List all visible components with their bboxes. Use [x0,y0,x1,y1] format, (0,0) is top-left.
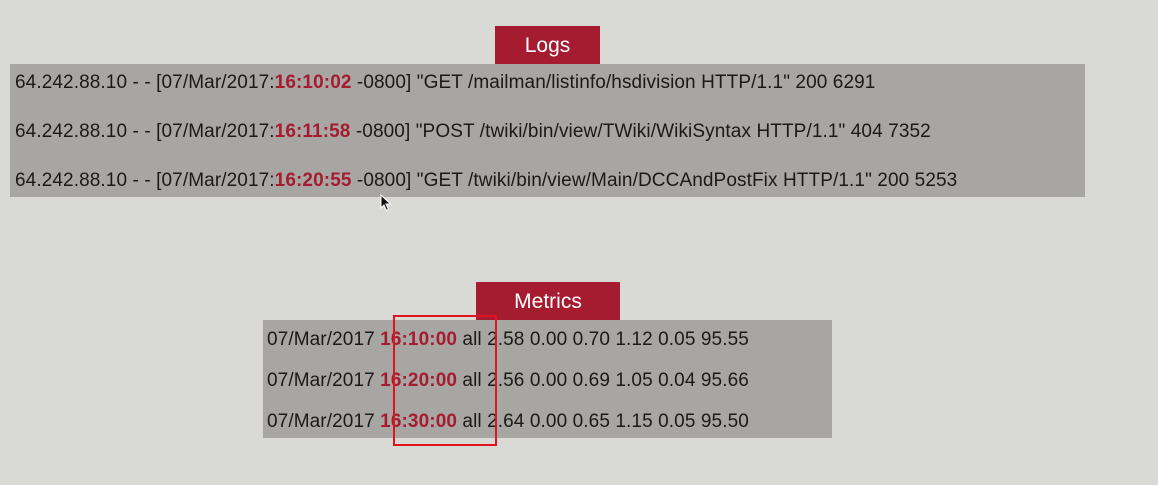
metrics-title-tag: Metrics [476,282,620,320]
metric-line-values: all 2.56 0.00 0.69 1.05 0.04 95.66 [457,370,749,391]
log-line: 64.242.88.10 - - [07/Mar/2017:16:20:55 -… [15,170,957,192]
log-line-time: 16:11:58 [274,121,351,142]
log-line-suffix: -0800] "GET /mailman/listinfo/hsdivision… [351,72,876,93]
metric-line-date: 07/Mar/2017 [267,370,381,391]
log-line-prefix: 64.242.88.10 - - [07/Mar/2017: [15,170,275,191]
log-line: 64.242.88.10 - - [07/Mar/2017:16:10:02 -… [15,72,875,94]
time-highlight-box [393,315,497,446]
metrics-panel: 07/Mar/2017 16:10:00 all 2.58 0.00 0.70 … [263,320,832,438]
metric-line-date: 07/Mar/2017 [267,329,381,350]
metric-line-date: 07/Mar/2017 [267,411,381,432]
metric-line: 07/Mar/2017 16:10:00 all 2.58 0.00 0.70 … [267,329,749,351]
mouse-pointer-icon [380,194,392,212]
metric-line-values: all 2.58 0.00 0.70 1.12 0.05 95.55 [457,329,749,350]
log-line: 64.242.88.10 - - [07/Mar/2017:16:11:58 -… [15,121,931,143]
logs-title-tag: Logs [495,26,600,64]
logs-panel: 64.242.88.10 - - [07/Mar/2017:16:10:02 -… [10,64,1085,197]
metric-line-values: all 2.64 0.00 0.65 1.15 0.05 95.50 [457,411,749,432]
log-line-prefix: 64.242.88.10 - - [07/Mar/2017: [15,121,275,142]
log-line-prefix: 64.242.88.10 - - [07/Mar/2017: [15,72,275,93]
metric-line: 07/Mar/2017 16:20:00 all 2.56 0.00 0.69 … [267,370,749,392]
log-line-suffix: -0800] "POST /twiki/bin/view/TWiki/WikiS… [350,121,931,142]
log-line-time: 16:20:55 [274,170,352,191]
log-line-suffix: -0800] "GET /twiki/bin/view/Main/DCCAndP… [351,170,958,191]
metric-line: 07/Mar/2017 16:30:00 all 2.64 0.00 0.65 … [267,411,749,433]
log-line-time: 16:10:02 [274,72,352,93]
